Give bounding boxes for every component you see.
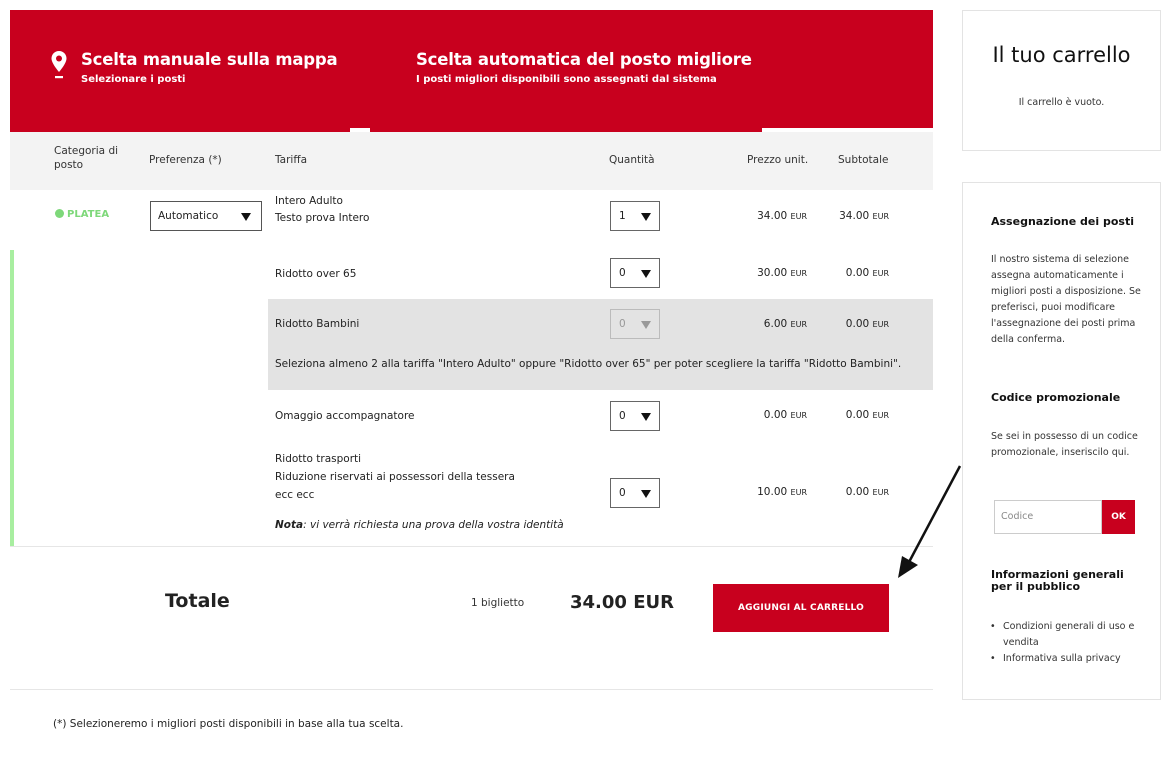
cart-panel: Il tuo carrello Il carrello è vuoto.	[962, 10, 1161, 151]
quantity-select[interactable]: 0	[610, 258, 660, 288]
column-header-subtotal: Subtotale	[838, 154, 889, 166]
tariff-name: Ridotto over 65	[275, 268, 357, 280]
identity-note: Nota: vi verrà richiesta una prova della…	[275, 519, 564, 531]
quantity-select[interactable]: 0	[610, 478, 660, 508]
cart-title: Il tuo carrello	[992, 43, 1131, 67]
column-header-category: Categoria di posto	[54, 145, 119, 171]
tariff-name: Intero Adulto	[275, 195, 343, 207]
subtotal: 0.00 EUR	[845, 409, 889, 421]
dropdown-caret-icon	[641, 270, 651, 278]
ticket-count: 1 biglietto	[471, 597, 525, 609]
column-header-unit-price: Prezzo unit.	[747, 154, 809, 166]
dropdown-caret-icon	[641, 321, 651, 329]
tariff-description: ecc ecc	[275, 489, 315, 501]
manual-mode-title: Scelta manuale sulla mappa	[81, 50, 338, 69]
quantity-select[interactable]: 0	[610, 401, 660, 431]
link-privacy[interactable]: Informativa sulla privacy	[989, 651, 1139, 667]
preference-select[interactable]: Automatico	[150, 201, 262, 231]
info-title: Informazioni generali per il pubblico	[991, 568, 1124, 593]
divider	[10, 689, 933, 690]
promo-text: Se sei in possesso di un codice promozio…	[991, 431, 1138, 458]
seat-category: PLATEA	[55, 209, 109, 220]
total-label: Totale	[165, 590, 230, 612]
assignment-title: Assegnazione dei posti	[991, 215, 1134, 228]
unit-price: 6.00 EUR	[763, 318, 807, 330]
dropdown-caret-icon	[641, 490, 651, 498]
seat-mode-header: Scelta manuale sulla mappa Selezionare i…	[10, 10, 933, 132]
manual-mode-subtitle: Selezionare i posti	[81, 74, 186, 85]
info-links: Condizioni generali di uso e vendita Inf…	[989, 619, 1139, 667]
ticket-selection-panel: Scelta manuale sulla mappa Selezionare i…	[10, 10, 933, 758]
column-header-preference: Preferenza (*)	[149, 154, 222, 166]
tab-manual-selection[interactable]: Scelta manuale sulla mappa Selezionare i…	[48, 50, 338, 85]
tab-automatic-selection[interactable]: Scelta automatica del posto migliore I p…	[416, 50, 752, 85]
unit-price: 0.00 EUR	[763, 409, 807, 421]
disabled-tariff-row-bg	[268, 299, 933, 390]
footnote: (*) Selezioneremo i migliori posti dispo…	[53, 718, 404, 730]
subtotal: 0.00 EUR	[845, 318, 889, 330]
info-panel: Assegnazione dei posti Il nostro sistema…	[962, 182, 1161, 700]
promo-ok-button[interactable]: OK	[1102, 500, 1135, 534]
tariff-name: Ridotto Bambini	[275, 318, 360, 330]
unit-price: 34.00 EUR	[757, 210, 807, 222]
category-dot-icon	[55, 209, 64, 218]
auto-mode-subtitle: I posti migliori disponibili sono assegn…	[416, 74, 717, 85]
tariff-name: Ridotto trasporti	[275, 453, 362, 465]
preference-value: Automatico	[158, 210, 219, 222]
tariff-name: Omaggio accompagnatore	[275, 410, 415, 422]
unit-price: 30.00 EUR	[757, 267, 807, 279]
cart-empty-message: Il carrello è vuoto.	[1018, 97, 1105, 108]
subtotal: 34.00 EUR	[839, 210, 889, 222]
table-header: Categoria di posto Preferenza (*) Tariff…	[10, 132, 933, 190]
dropdown-caret-icon	[641, 413, 651, 421]
quantity-select-disabled: 0	[610, 309, 660, 339]
assignment-text: Il nostro sistema di selezione assegna a…	[991, 254, 1141, 345]
annotation-arrow-icon	[898, 465, 962, 578]
unit-price: 10.00 EUR	[757, 486, 807, 498]
subtotal: 0.00 EUR	[845, 267, 889, 279]
total-amount: 34.00 EUR	[570, 592, 674, 613]
dropdown-caret-icon	[241, 213, 251, 221]
map-pin-icon	[51, 51, 67, 79]
promo-title: Codice promozionale	[991, 391, 1121, 404]
add-to-cart-button[interactable]: AGGIUNGI AL CARRELLO	[713, 584, 889, 632]
dropdown-caret-icon	[641, 213, 651, 221]
subtotal: 0.00 EUR	[845, 486, 889, 498]
tariff-description: Riduzione riservati ai possessori della …	[275, 471, 515, 483]
tariff-restriction-notice: Seleziona almeno 2 alla tariffa "Intero …	[275, 358, 902, 370]
quantity-select[interactable]: 1	[610, 201, 660, 231]
category-color-bar	[10, 250, 14, 546]
tariff-description: Testo prova Intero	[275, 212, 370, 224]
column-header-tariff: Tariffa	[275, 154, 308, 166]
column-header-quantity: Quantità	[609, 154, 655, 166]
divider	[10, 546, 933, 547]
link-terms[interactable]: Condizioni generali di uso e vendita	[989, 619, 1139, 651]
promo-code-input[interactable]: Codice	[994, 500, 1102, 534]
auto-mode-title: Scelta automatica del posto migliore	[416, 50, 752, 69]
